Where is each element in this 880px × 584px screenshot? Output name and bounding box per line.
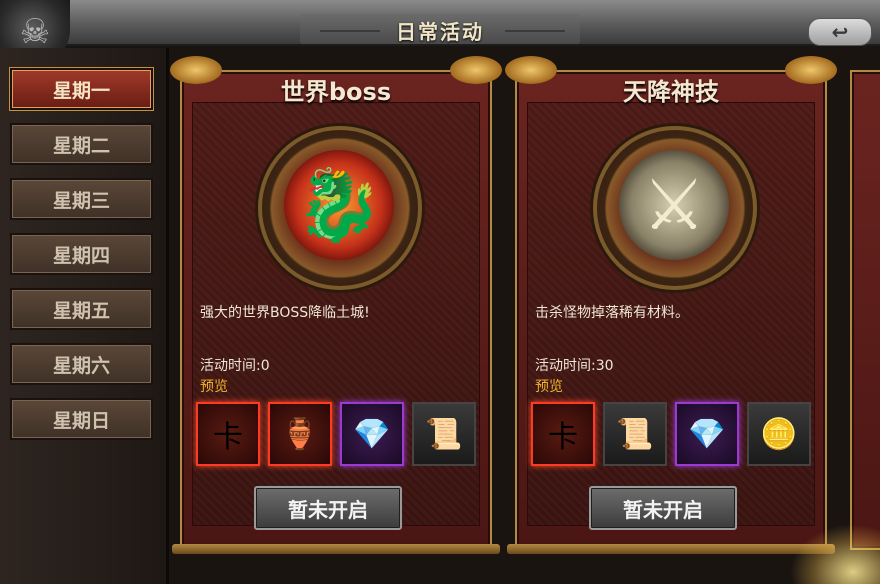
activity-time: 活动时间:30 [535, 358, 614, 374]
gold-ingot-icon[interactable]: 🪙 [747, 402, 811, 466]
recharge-card-icon[interactable]: 卡 [196, 402, 260, 466]
not-open-button[interactable]: 暂未开启 [254, 486, 402, 530]
title-bar: 日常活动 [0, 0, 880, 46]
ruby-icon[interactable]: 💎 [675, 402, 739, 466]
day-tab-wednesday[interactable]: 星期三 [10, 178, 153, 220]
reward-items: 卡 🏺 💎 📜 [196, 402, 476, 468]
activity-time: 活动时间:0 [200, 358, 270, 374]
window-title: 日常活动 [396, 20, 484, 44]
day-tab-monday[interactable]: 星期一 [10, 68, 153, 110]
day-tab-sunday[interactable]: 星期日 [10, 398, 153, 440]
back-arrow-icon: ↩ [831, 20, 849, 44]
scroll-icon[interactable]: 📜 [603, 402, 667, 466]
activity-description: 强大的世界BOSS降临土城! [200, 305, 370, 321]
activity-card-skill-drop[interactable]: 天降神技 ⚔ 击杀怪物掉落稀有材料。 活动时间:30 预览 卡 📜 💎 🪙 暂未… [505, 50, 837, 554]
recharge-card-icon[interactable]: 卡 [531, 402, 595, 466]
day-tab-thursday[interactable]: 星期四 [10, 233, 153, 275]
card-base-trim [507, 544, 835, 554]
ruby-icon[interactable]: 💎 [340, 402, 404, 466]
activity-description: 击杀怪物掉落稀有材料。 [535, 305, 689, 321]
dragon-icon: 🐉 [258, 126, 422, 290]
weekday-sidebar: 星期一 星期二 星期三 星期四 星期五 星期六 星期日 [0, 48, 169, 584]
back-button[interactable]: ↩ [808, 18, 872, 46]
day-tab-tuesday[interactable]: 星期二 [10, 123, 153, 165]
card-base-trim [172, 544, 500, 554]
day-tab-saturday[interactable]: 星期六 [10, 343, 153, 385]
day-tab-friday[interactable]: 星期五 [10, 288, 153, 330]
activity-card-partial[interactable] [840, 50, 880, 550]
not-open-button[interactable]: 暂未开启 [589, 486, 737, 530]
bowl-icon[interactable]: 🏺 [268, 402, 332, 466]
reward-items: 卡 📜 💎 🪙 [531, 402, 811, 468]
scroll-red-icon[interactable]: 📜 [412, 402, 476, 466]
card-title: 世界boss [280, 77, 392, 106]
card-frame [850, 70, 880, 550]
sparkle-glow [790, 524, 880, 584]
preview-label: 预览 [535, 379, 563, 395]
sword-guardian-icon: ⚔ [593, 126, 757, 290]
activity-card-world-boss[interactable]: 世界boss 🐉 强大的世界BOSS降临土城! 活动时间:0 预览 卡 🏺 💎 … [170, 50, 502, 554]
preview-label: 预览 [200, 379, 228, 395]
card-title: 天降神技 [623, 77, 719, 106]
